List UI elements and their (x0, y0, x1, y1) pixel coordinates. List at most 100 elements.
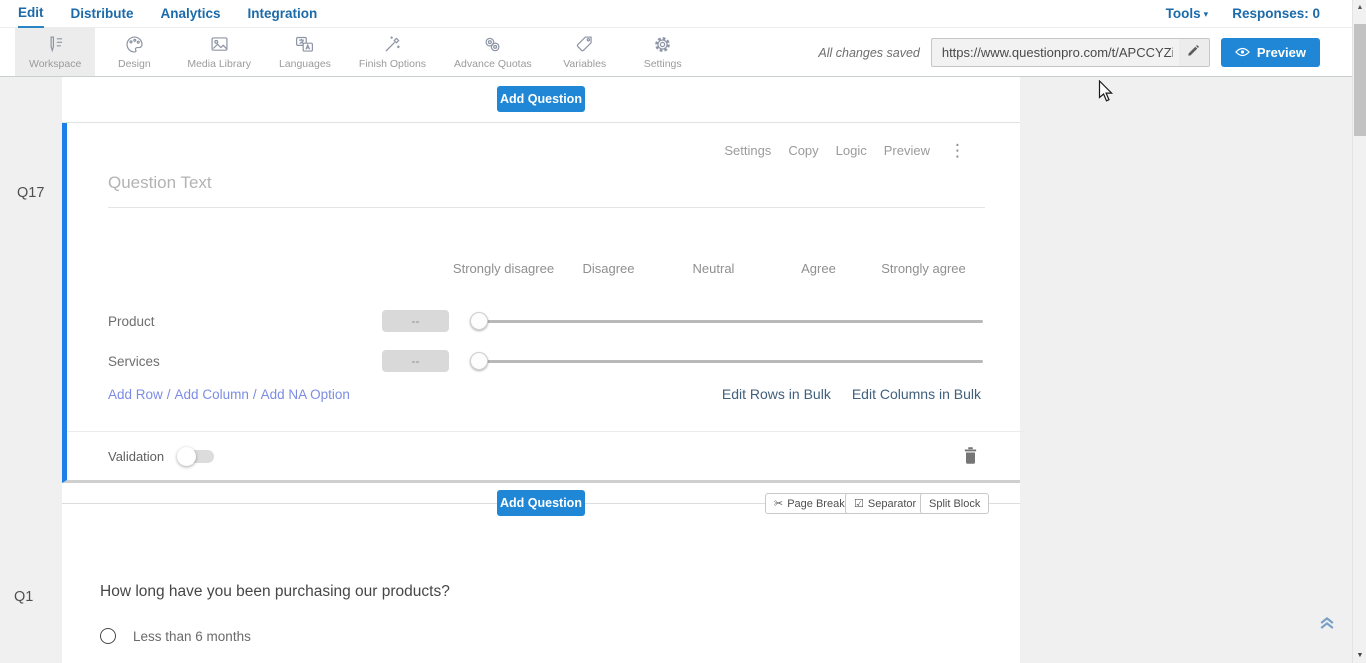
slider-track[interactable] (479, 320, 983, 323)
trash-icon (963, 452, 978, 469)
edit-columns-bulk-link[interactable]: Edit Columns in Bulk (852, 386, 981, 402)
scale-label: Disagree (556, 241, 661, 297)
q1-option-label: Less than 6 months (133, 629, 251, 644)
scale-header-row: Strongly disagree Disagree Neutral Agree… (451, 241, 976, 297)
toolbar-item-settings[interactable]: Settings (624, 28, 702, 76)
editor-canvas: Q17 Q1 Add Question Settings Copy Logic … (0, 77, 1352, 663)
responses-count[interactable]: Responses: 0 (1232, 1, 1320, 27)
add-question-strip-top: Add Question (62, 77, 1020, 123)
slider-handle[interactable] (470, 352, 488, 370)
question-card-q17: Settings Copy Logic Preview ⋮ Question T… (62, 123, 1020, 483)
survey-url-input[interactable] (932, 39, 1179, 66)
checkbox-icon: ☑ (854, 497, 864, 510)
matrix-row-product: Product -- (67, 301, 1025, 341)
toolbar-item-label: Variables (563, 58, 606, 70)
top-nav: Edit Distribute Analytics Integration To… (0, 0, 1352, 28)
toolbar-item-variables[interactable]: Variables (546, 28, 624, 76)
matrix-row-services: Services -- (67, 341, 1025, 381)
question-copy-link[interactable]: Copy (788, 143, 818, 158)
add-question-button-bottom[interactable]: Add Question (497, 490, 585, 516)
slider-value-box: -- (382, 310, 449, 332)
bulk-links: Edit Rows in Bulk Edit Columns in Bulk (722, 386, 981, 402)
toolbar-item-media-library[interactable]: Media Library (173, 28, 265, 76)
rating-slider (470, 351, 983, 371)
edit-rows-bulk-link[interactable]: Edit Rows in Bulk (722, 386, 831, 402)
q1-title[interactable]: How long have you been purchasing our pr… (100, 583, 450, 601)
editor-toolbar: Workspace Design Media L (0, 28, 1352, 77)
toolbar-item-languages[interactable]: Languages (265, 28, 345, 76)
slider-value-box: -- (382, 350, 449, 372)
validation-row: Validation (67, 431, 1025, 480)
magic-wand-icon (382, 34, 403, 55)
q1-option[interactable]: Less than 6 months (100, 628, 251, 644)
chain-links-icon (482, 34, 503, 55)
double-chevron-up-icon (1317, 620, 1337, 637)
scroll-to-top-button[interactable] (1317, 613, 1337, 638)
question-logic-link[interactable]: Logic (836, 143, 867, 158)
toolbar-item-label: Advance Quotas (454, 58, 532, 70)
add-column-link[interactable]: Add Column (175, 387, 249, 402)
tools-menu[interactable]: Tools▾ (1166, 1, 1209, 28)
insert-strip: Add Question ✂ Page Break ☑ Separator Sp… (62, 483, 1020, 523)
gear-icon (652, 34, 673, 55)
row-label-services[interactable]: Services (108, 354, 382, 369)
toolbar-item-label: Languages (279, 58, 331, 70)
separator-label: Separator (868, 498, 916, 510)
validation-toggle[interactable] (178, 449, 214, 464)
image-icon (209, 34, 230, 55)
pencil-icon (1187, 44, 1200, 62)
save-status-text: All changes saved (818, 46, 919, 60)
toolbar-item-label: Media Library (187, 58, 251, 70)
question-preview-link[interactable]: Preview (884, 143, 930, 158)
delete-question-button[interactable] (963, 446, 978, 470)
scale-label: Neutral (661, 241, 766, 297)
survey-url-field (931, 38, 1210, 67)
split-block-label: Split Block (929, 498, 980, 510)
nav-tab-integration[interactable]: Integration (248, 1, 318, 27)
toolbar-item-label: Finish Options (359, 58, 426, 70)
questionpro-survey-editor: Edit Distribute Analytics Integration To… (0, 0, 1366, 663)
vertical-scrollbar: ▲ ▼ (1352, 0, 1366, 663)
tools-label: Tools (1166, 6, 1201, 21)
kebab-menu-icon[interactable]: ⋮ (947, 144, 968, 158)
add-links: Add Row/Add Column/Add NA Option (108, 387, 350, 402)
separator-button[interactable]: ☑ Separator (845, 493, 925, 514)
toolbar-item-workspace[interactable]: Workspace (15, 28, 95, 76)
question-settings-link[interactable]: Settings (724, 143, 771, 158)
add-row-link[interactable]: Add Row (108, 387, 163, 402)
question-actions: Settings Copy Logic Preview ⋮ (724, 143, 968, 158)
tag-icon (574, 34, 595, 55)
toolbar-item-label: Design (118, 58, 151, 70)
split-block-button[interactable]: Split Block (920, 493, 989, 514)
question-text-input[interactable]: Question Text (108, 173, 985, 208)
scrollbar-thumb[interactable] (1354, 24, 1366, 136)
edit-url-button[interactable] (1179, 39, 1209, 66)
toggle-knob (177, 447, 196, 466)
top-nav-tabs: Edit Distribute Analytics Integration (0, 0, 317, 28)
scale-label: Strongly agree (871, 241, 976, 297)
page-break-button[interactable]: ✂ Page Break (765, 493, 854, 514)
top-nav-right: Tools▾ Responses: 0 (1166, 0, 1320, 28)
scale-label: Agree (766, 241, 871, 297)
toolbar-items: Workspace Design Media L (15, 28, 702, 76)
question-card-q1: How long have you been purchasing our pr… (62, 523, 1020, 663)
page-break-label: Page Break (787, 498, 844, 510)
toolbar-right: All changes saved Preview (818, 28, 1320, 77)
add-question-button-top[interactable]: Add Question (497, 86, 585, 112)
toolbar-item-advance-quotas[interactable]: Advance Quotas (440, 28, 546, 76)
nav-tab-analytics[interactable]: Analytics (161, 1, 221, 27)
validation-label: Validation (108, 449, 164, 464)
toolbar-item-design[interactable]: Design (95, 28, 173, 76)
nav-tab-distribute[interactable]: Distribute (71, 1, 134, 27)
scrollbar-down-arrow[interactable]: ▼ (1353, 648, 1366, 663)
toolbar-item-finish-options[interactable]: Finish Options (345, 28, 440, 76)
question-number-q17: Q17 (17, 185, 44, 201)
nav-tab-edit[interactable]: Edit (18, 0, 44, 28)
row-label-product[interactable]: Product (108, 314, 382, 329)
slider-handle[interactable] (470, 312, 488, 330)
scrollbar-up-arrow[interactable]: ▲ (1353, 0, 1366, 15)
preview-button[interactable]: Preview (1221, 38, 1320, 67)
slider-track[interactable] (479, 360, 983, 363)
radio-button-icon[interactable] (100, 628, 116, 644)
add-na-option-link[interactable]: Add NA Option (261, 387, 350, 402)
